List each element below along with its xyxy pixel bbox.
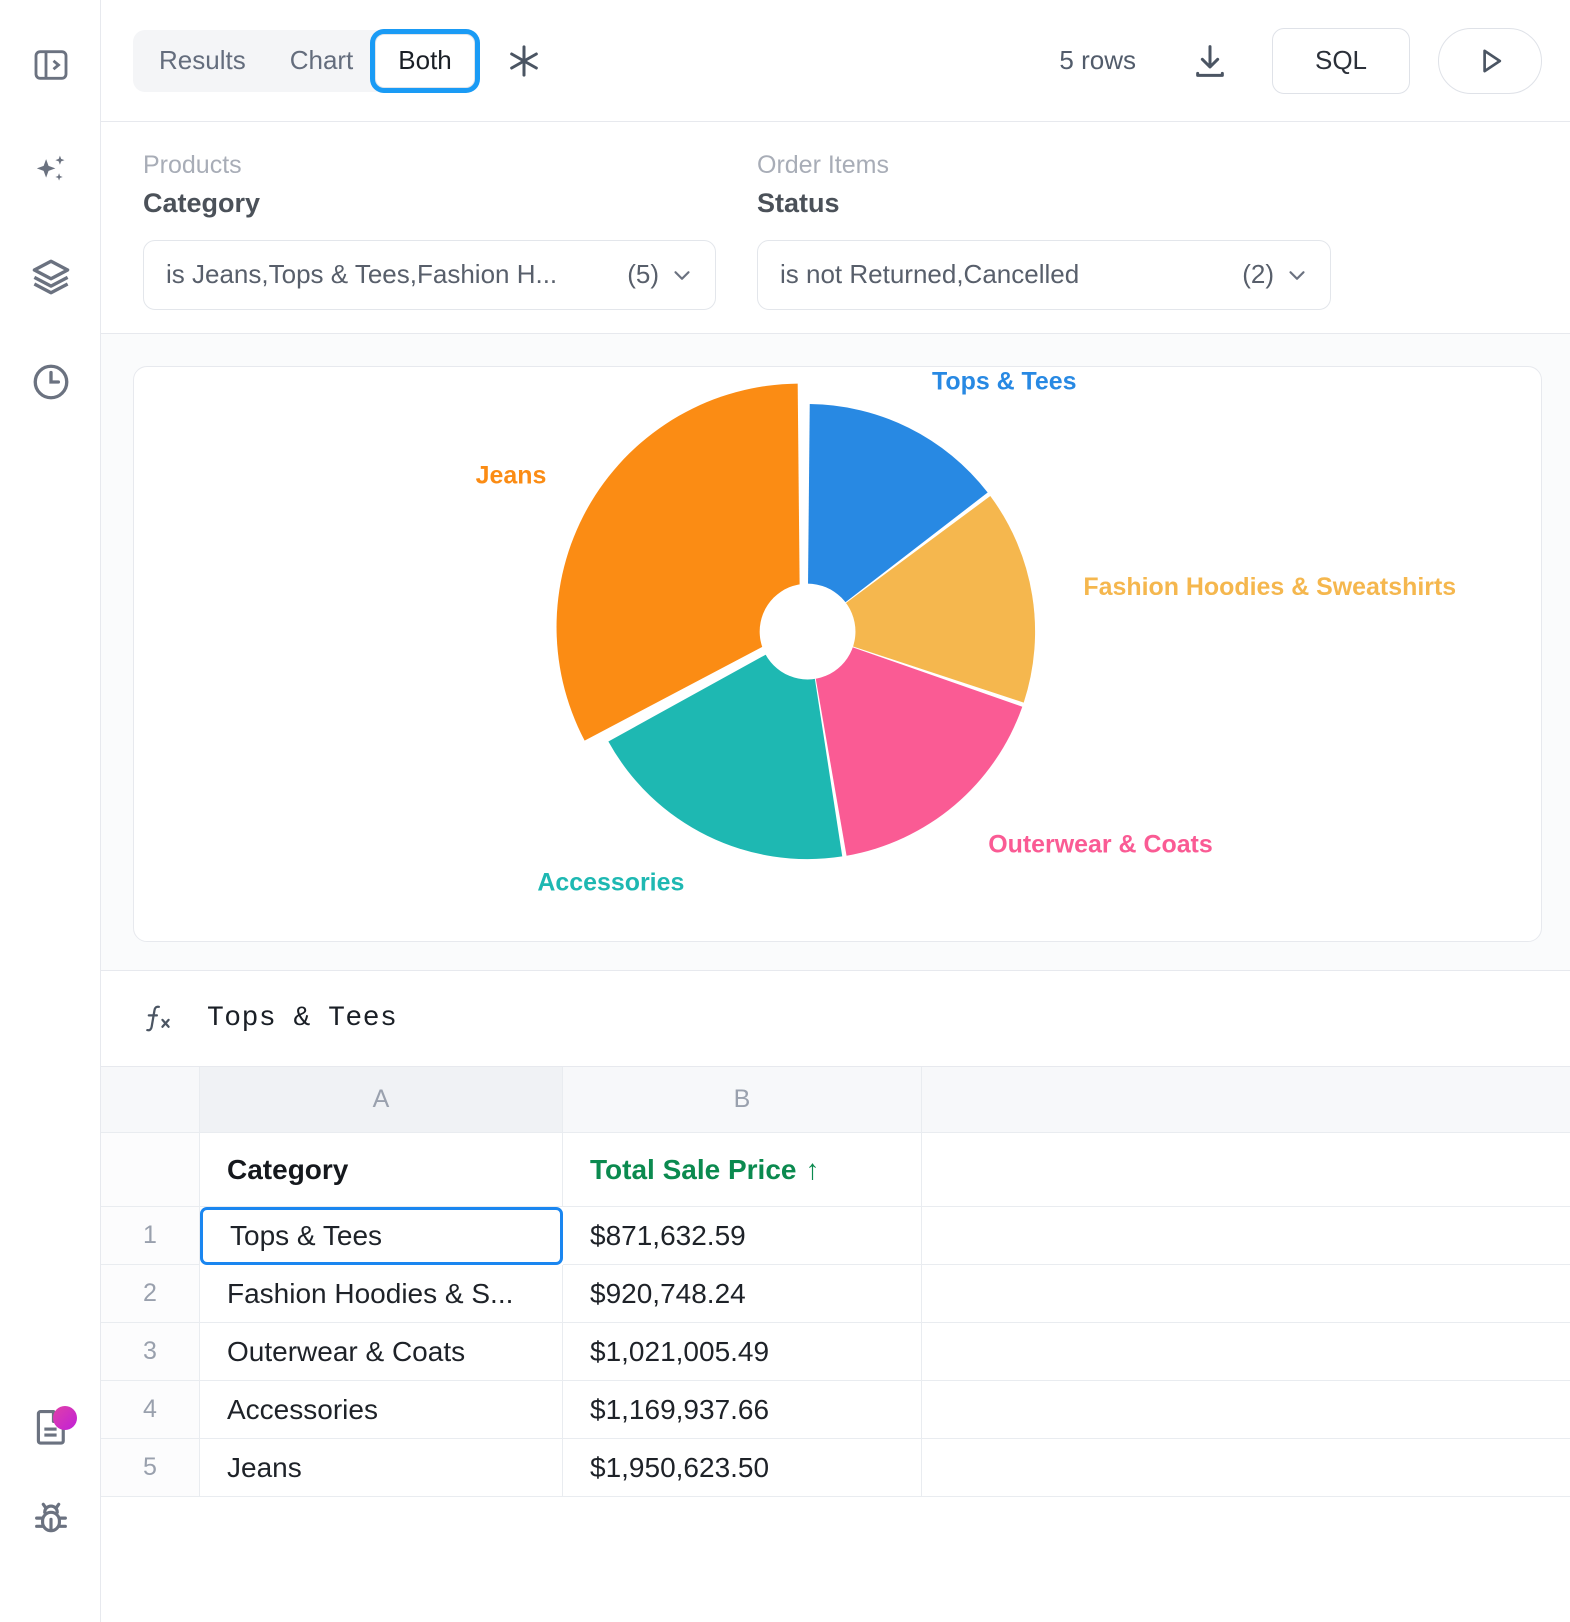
cell-empty[interactable] <box>922 1207 1570 1265</box>
formula-value[interactable]: Tops & Tees <box>207 1003 397 1034</box>
layers-icon[interactable] <box>0 248 101 306</box>
cell-total-sale-price[interactable]: $920,748.24 <box>563 1265 922 1323</box>
function-icon[interactable] <box>127 1001 185 1037</box>
ai-assist-icon[interactable] <box>0 142 101 200</box>
table-row[interactable]: 5Jeans$1,950,623.50 <box>101 1439 1570 1497</box>
pie-slice-label: Tops & Tees <box>932 367 1077 395</box>
pie-chart[interactable]: Tops & Tees Fashion Hoodies & Sweatshirts… <box>134 367 1541 941</box>
main-column: Results Chart Both 5 rows <box>101 0 1570 1622</box>
filter-bar: Products Category is Jeans,Tops & Tees,F… <box>101 122 1570 334</box>
filter-table-label: Order Items <box>757 150 1331 181</box>
filter-table-label: Products <box>143 150 716 181</box>
history-clock-icon[interactable] <box>0 353 101 411</box>
sort-ascending-icon: ↑ <box>805 1154 819 1186</box>
cell-category[interactable]: Tops & Tees <box>200 1207 563 1265</box>
column-header-b[interactable]: B <box>563 1067 922 1133</box>
cell-category[interactable]: Accessories <box>200 1381 563 1439</box>
filter-field-label: Status <box>757 183 1331 224</box>
cell-category[interactable]: Fashion Hoodies & S... <box>200 1265 563 1323</box>
field-name-empty <box>922 1133 1570 1207</box>
tab-both[interactable]: Both <box>375 34 475 88</box>
chevron-down-icon <box>669 262 695 288</box>
grid-corner[interactable] <box>101 1067 200 1133</box>
field-row-gutter <box>101 1133 200 1207</box>
tab-results[interactable]: Results <box>137 34 268 88</box>
sql-button-label: SQL <box>1315 45 1367 76</box>
tab-chart[interactable]: Chart <box>268 34 376 88</box>
cell-empty[interactable] <box>922 1381 1570 1439</box>
formula-bar: Tops & Tees <box>101 971 1570 1067</box>
table-row[interactable]: 1Tops & Tees$871,632.59 <box>101 1207 1570 1265</box>
table-row[interactable]: 2Fashion Hoodies & S...$920,748.24 <box>101 1265 1570 1323</box>
results-grid: A B Category Total Sale Price ↑ 1Tops & T… <box>101 1067 1570 1497</box>
column-letter-row: A B <box>101 1067 1570 1133</box>
filter-status-select[interactable]: is not Returned,Cancelled (2) <box>757 240 1331 310</box>
bug-icon[interactable] <box>0 1490 101 1548</box>
filter-category: Products Category is Jeans,Tops & Tees,F… <box>101 150 716 333</box>
filter-category-select[interactable]: is Jeans,Tops & Tees,Fashion H... (5) <box>143 240 716 310</box>
table-row[interactable]: 3Outerwear & Coats$1,021,005.49 <box>101 1323 1570 1381</box>
table-row[interactable]: 4Accessories$1,169,937.66 <box>101 1381 1570 1439</box>
cell-total-sale-price[interactable]: $1,950,623.50 <box>563 1439 922 1497</box>
sql-button[interactable]: SQL <box>1272 28 1410 94</box>
cell-total-sale-price[interactable]: $1,021,005.49 <box>563 1323 922 1381</box>
pie-slice-label: Outerwear & Coats <box>988 831 1213 859</box>
row-index[interactable]: 1 <box>101 1207 200 1265</box>
row-count-label: 5 rows <box>1059 45 1136 76</box>
run-query-button[interactable] <box>1438 28 1542 94</box>
pie-slice-label: Jeans <box>476 462 547 490</box>
notification-badge <box>53 1406 77 1430</box>
chart-card: Tops & Tees Fashion Hoodies & Sweatshirts… <box>133 366 1542 942</box>
cell-empty[interactable] <box>922 1439 1570 1497</box>
column-header-a[interactable]: A <box>200 1067 563 1133</box>
column-header-empty <box>922 1067 1570 1133</box>
row-index[interactable]: 2 <box>101 1265 200 1323</box>
cell-empty[interactable] <box>922 1265 1570 1323</box>
cell-category[interactable]: Outerwear & Coats <box>200 1323 563 1381</box>
download-icon[interactable] <box>1184 35 1236 87</box>
filter-status-count: (2) <box>1242 259 1274 290</box>
asterisk-icon[interactable] <box>501 38 547 84</box>
filter-status: Order Items Status is not Returned,Cance… <box>716 150 1331 333</box>
row-index[interactable]: 4 <box>101 1381 200 1439</box>
chevron-down-icon <box>1284 262 1310 288</box>
pie-slice-label: Accessories <box>537 868 684 896</box>
view-toolbar: Results Chart Both 5 rows <box>101 0 1570 122</box>
filter-category-value: is Jeans,Tops & Tees,Fashion H... <box>166 259 615 290</box>
left-rail <box>0 0 101 1622</box>
row-index[interactable]: 3 <box>101 1323 200 1381</box>
cell-empty[interactable] <box>922 1323 1570 1381</box>
filter-field-label: Category <box>143 183 716 224</box>
view-mode-segmented-control: Results Chart Both <box>133 30 479 92</box>
filter-status-value: is not Returned,Cancelled <box>780 259 1230 290</box>
pie-slice-label: Fashion Hoodies & Sweatshirts <box>1083 573 1456 601</box>
field-name-label: Total Sale Price <box>590 1154 796 1186</box>
row-index[interactable]: 5 <box>101 1439 200 1497</box>
toolbar-right-group: 5 rows SQL <box>1059 28 1542 94</box>
field-name-total-sale-price[interactable]: Total Sale Price ↑ <box>563 1133 922 1207</box>
panel-toggle-icon[interactable] <box>0 36 101 94</box>
cell-total-sale-price[interactable]: $871,632.59 <box>563 1207 922 1265</box>
donut-hole <box>760 584 856 680</box>
app-root: Results Chart Both 5 rows <box>0 0 1570 1622</box>
field-name-row: Category Total Sale Price ↑ <box>101 1133 1570 1207</box>
cell-category[interactable]: Jeans <box>200 1439 563 1497</box>
field-name-category[interactable]: Category <box>200 1133 563 1207</box>
document-icon[interactable] <box>0 1398 101 1456</box>
cell-total-sale-price[interactable]: $1,169,937.66 <box>563 1381 922 1439</box>
chart-panel: Tops & Tees Fashion Hoodies & Sweatshirts… <box>101 334 1570 971</box>
filter-category-count: (5) <box>627 259 659 290</box>
